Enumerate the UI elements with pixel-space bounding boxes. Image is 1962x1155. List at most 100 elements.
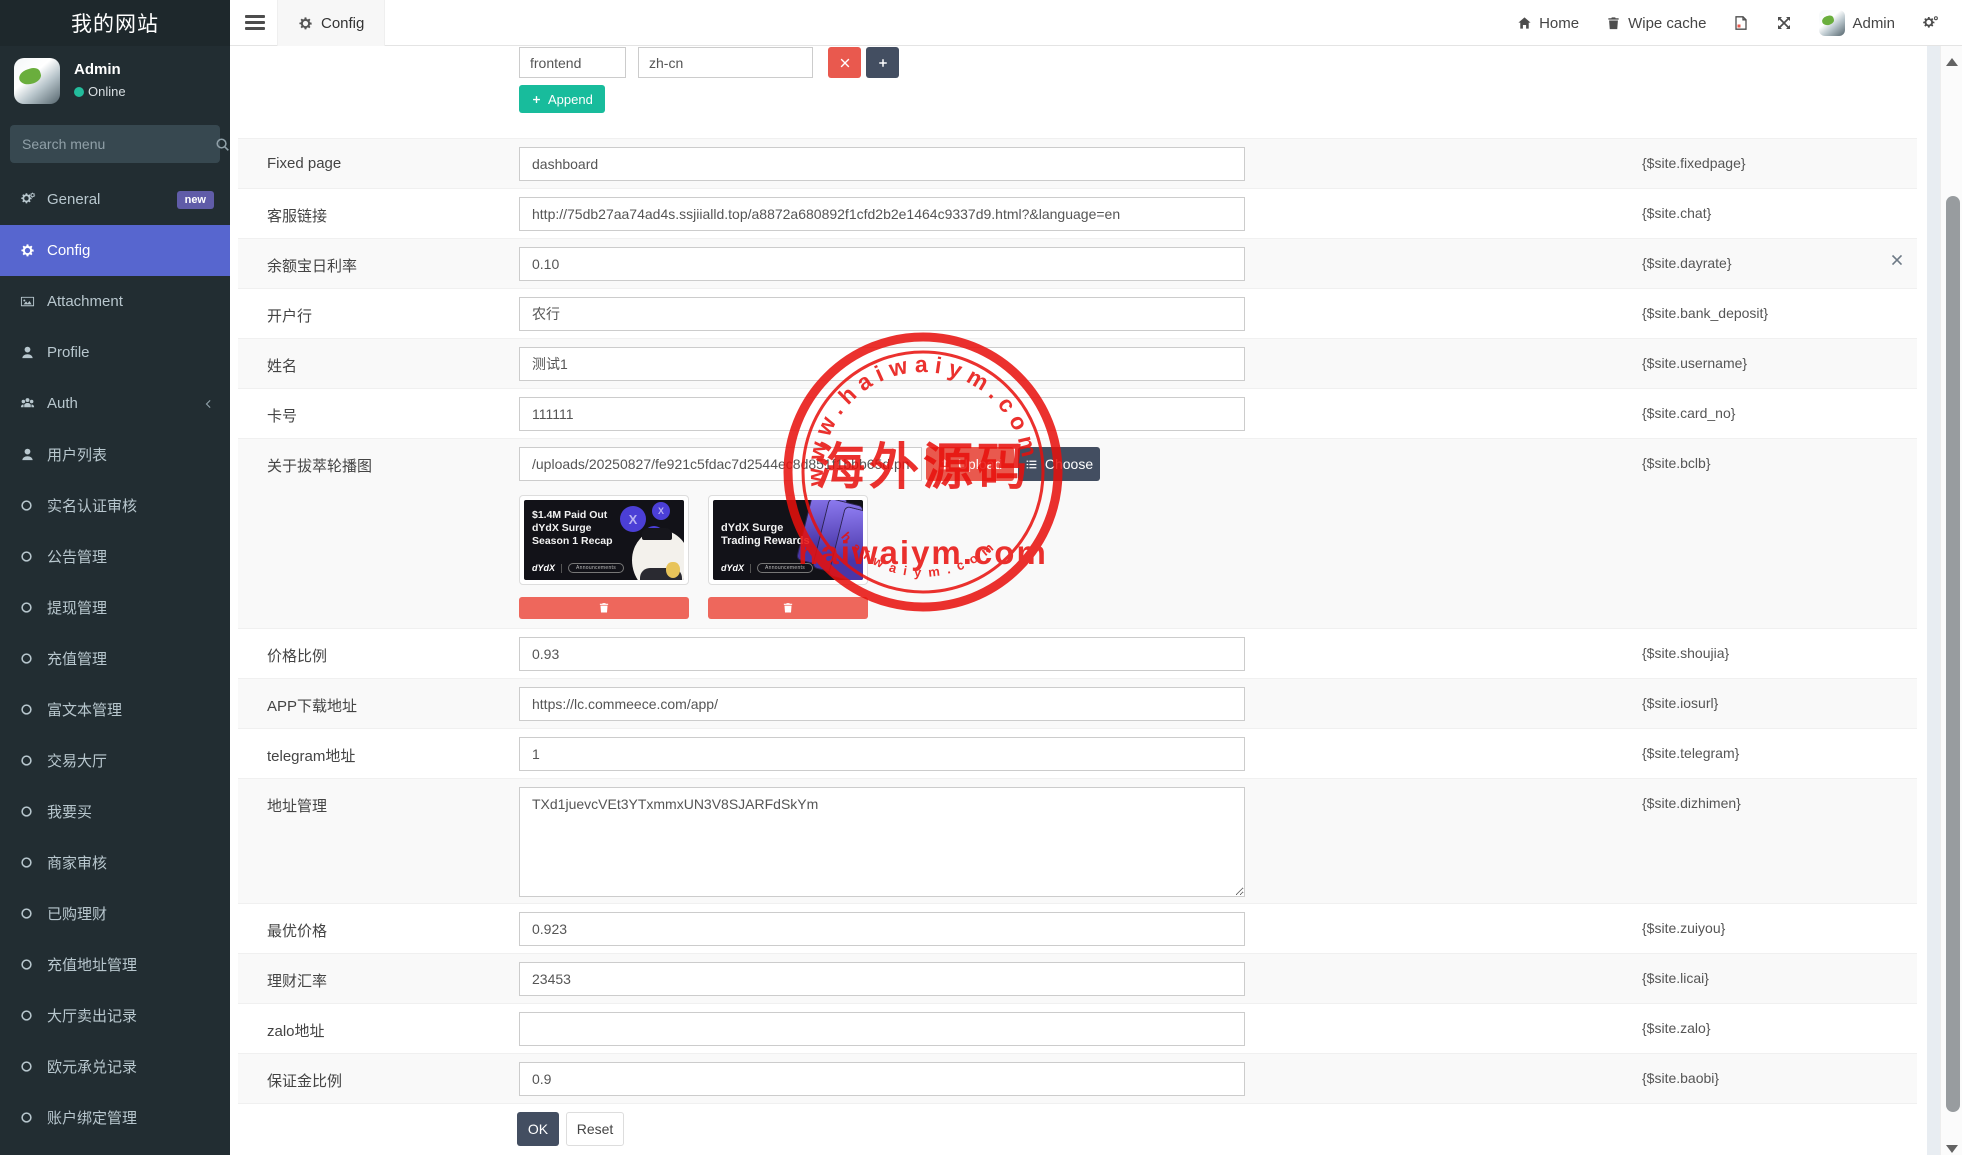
template-variable: {$site.chat} bbox=[1642, 205, 1711, 221]
delete-image-button[interactable] bbox=[708, 597, 868, 619]
sidebar-item-config[interactable]: Config bbox=[0, 225, 230, 276]
avatar[interactable] bbox=[14, 58, 60, 104]
sidebar-item-account-binding-admin[interactable]: 账户绑定管理 bbox=[0, 1092, 230, 1143]
field-label: 地址管理 bbox=[267, 795, 327, 816]
sidebar-item-label: Profile bbox=[47, 344, 90, 361]
template-variable: {$site.dizhimen} bbox=[1642, 795, 1741, 811]
choose-button[interactable]: Choose bbox=[1018, 447, 1100, 481]
tab-label: Config bbox=[321, 15, 364, 32]
sidebar-item-realname-audit[interactable]: 实名认证审核 bbox=[0, 480, 230, 531]
price-ratio-input[interactable] bbox=[519, 637, 1245, 671]
sidebar: 我的网站 Admin Online GeneralnewConfigAttach… bbox=[0, 0, 230, 1155]
scroll-up-arrow[interactable] bbox=[1946, 58, 1958, 66]
content-right-gutter bbox=[1927, 46, 1940, 1155]
sidebar-item-label: 账户绑定管理 bbox=[47, 1107, 137, 1128]
form-row-zalo-address: zalo地址{$site.zalo} bbox=[238, 1003, 1917, 1053]
user-name: Admin bbox=[74, 61, 121, 78]
ok-button[interactable]: OK bbox=[517, 1112, 559, 1146]
template-variable: {$site.card_no} bbox=[1642, 405, 1735, 421]
telegram-address-input[interactable] bbox=[519, 737, 1245, 771]
sidebar-item-hall-sell-records[interactable]: 大厅卖出记录 bbox=[0, 990, 230, 1041]
image-brand-row: dYdXAnnouncements bbox=[532, 563, 624, 573]
wipe-cache-link[interactable]: Wipe cache bbox=[1606, 15, 1706, 32]
top-navbar: Config Home Wipe cache Admin bbox=[230, 0, 1962, 46]
sidebar-item-announcement-admin[interactable]: 公告管理 bbox=[0, 531, 230, 582]
field-label: APP下载地址 bbox=[267, 695, 357, 716]
bank-deposit-input[interactable] bbox=[519, 297, 1245, 331]
sidebar-item-auth[interactable]: Auth bbox=[0, 378, 230, 429]
append-button[interactable]: Append bbox=[519, 85, 605, 113]
language-switch-button[interactable] bbox=[1733, 15, 1749, 31]
page-scrollbar[interactable] bbox=[1940, 46, 1962, 1155]
sidebar-item-i-want-buy[interactable]: 我要买 bbox=[0, 786, 230, 837]
sidebar-item-label: General bbox=[47, 191, 100, 208]
scrollbar-thumb[interactable] bbox=[1946, 196, 1960, 1112]
sidebar-item-trade-hall[interactable]: 交易大厅 bbox=[0, 735, 230, 786]
form-row-margin-ratio: 保证金比例{$site.baobi} bbox=[238, 1053, 1917, 1103]
carousel-image: dYdX SurgeTrading RewardsdYdXAnnouncemen… bbox=[713, 500, 863, 580]
app-download-url-input[interactable] bbox=[519, 687, 1245, 721]
fixed-page-input[interactable] bbox=[519, 147, 1245, 181]
brand-logo: dYdX bbox=[532, 563, 555, 573]
search-input[interactable] bbox=[10, 136, 215, 152]
gears-icon bbox=[1922, 15, 1940, 31]
plus-icon bbox=[531, 94, 542, 105]
add-pair-button[interactable] bbox=[866, 47, 899, 78]
upload-button[interactable]: Upload bbox=[926, 447, 1014, 481]
carousel-image-preview[interactable]: dYdX SurgeTrading RewardsdYdXAnnouncemen… bbox=[708, 495, 868, 585]
best-price-input[interactable] bbox=[519, 912, 1245, 946]
user-status: Online bbox=[88, 84, 126, 99]
tab-config[interactable]: Config bbox=[277, 0, 385, 46]
circle-icon bbox=[20, 550, 47, 563]
sidebar-item-profile[interactable]: Profile bbox=[0, 327, 230, 378]
sidebar-item-label: 提现管理 bbox=[47, 597, 107, 618]
template-variable: {$site.dayrate} bbox=[1642, 255, 1732, 271]
scroll-down-arrow[interactable] bbox=[1946, 1145, 1958, 1153]
fullscreen-button[interactable] bbox=[1776, 15, 1792, 31]
sidebar-item-richtext-admin[interactable]: 富文本管理 bbox=[0, 684, 230, 735]
field-label: Fixed page bbox=[267, 155, 341, 172]
remove-field-icon[interactable] bbox=[1890, 253, 1904, 267]
address-admin-textarea[interactable] bbox=[519, 787, 1245, 897]
sidebar-item-euro-exchange-records[interactable]: 欧元承兑记录 bbox=[0, 1041, 230, 1092]
home-link[interactable]: Home bbox=[1517, 15, 1579, 32]
sidebar-item-merchant-audit[interactable]: 商家审核 bbox=[0, 837, 230, 888]
sidebar-item-withdraw-admin[interactable]: 提现管理 bbox=[0, 582, 230, 633]
settings-menu-button[interactable] bbox=[1922, 15, 1940, 31]
dayrate-input[interactable] bbox=[519, 247, 1245, 281]
reset-button[interactable]: Reset bbox=[566, 1112, 624, 1146]
form-row-card-no: 卡号{$site.card_no} bbox=[238, 388, 1917, 438]
username-input[interactable] bbox=[519, 347, 1245, 381]
field-label: 价格比例 bbox=[267, 645, 327, 666]
pair-value-input[interactable] bbox=[638, 47, 813, 78]
field-label: 保证金比例 bbox=[267, 1070, 342, 1091]
search-icon[interactable] bbox=[215, 137, 230, 152]
card-no-input[interactable] bbox=[519, 397, 1245, 431]
user-icon bbox=[20, 345, 47, 360]
delete-image-button[interactable] bbox=[519, 597, 689, 619]
circle-icon bbox=[20, 652, 47, 665]
chat-link-input[interactable] bbox=[519, 197, 1245, 231]
brand-logo: dYdX bbox=[721, 563, 744, 573]
image-icon bbox=[20, 294, 47, 309]
sidebar-item-general[interactable]: Generalnew bbox=[0, 174, 230, 225]
circle-icon bbox=[20, 805, 47, 818]
sidebar-toggle-icon[interactable] bbox=[245, 15, 265, 31]
finance-rate-input[interactable] bbox=[519, 962, 1245, 996]
form-row-finance-rate: 理财汇率{$site.licai} bbox=[238, 953, 1917, 1003]
sidebar-item-label: 实名认证审核 bbox=[47, 495, 137, 516]
sidebar-item-purchased-finance[interactable]: 已购理财 bbox=[0, 888, 230, 939]
carousel-input[interactable] bbox=[519, 447, 922, 481]
sidebar-item-user-list[interactable]: 用户列表 bbox=[0, 429, 230, 480]
sidebar-item-attachment[interactable]: Attachment bbox=[0, 276, 230, 327]
sidebar-menu: GeneralnewConfigAttachment Profile Auth用户列… bbox=[0, 174, 230, 1143]
sidebar-item-recharge-address-admin[interactable]: 充值地址管理 bbox=[0, 939, 230, 990]
margin-ratio-input[interactable] bbox=[519, 1062, 1245, 1096]
pair-key-input[interactable] bbox=[519, 47, 626, 78]
carousel-image-preview[interactable]: XXX$1.4M Paid OutdYdX SurgeSeason 1 Reca… bbox=[519, 495, 689, 585]
remove-pair-button[interactable] bbox=[828, 47, 861, 78]
sidebar-item-label: 商家审核 bbox=[47, 852, 107, 873]
admin-user-menu[interactable]: Admin bbox=[1819, 10, 1895, 36]
sidebar-item-recharge-admin[interactable]: 充值管理 bbox=[0, 633, 230, 684]
zalo-address-input[interactable] bbox=[519, 1012, 1245, 1046]
